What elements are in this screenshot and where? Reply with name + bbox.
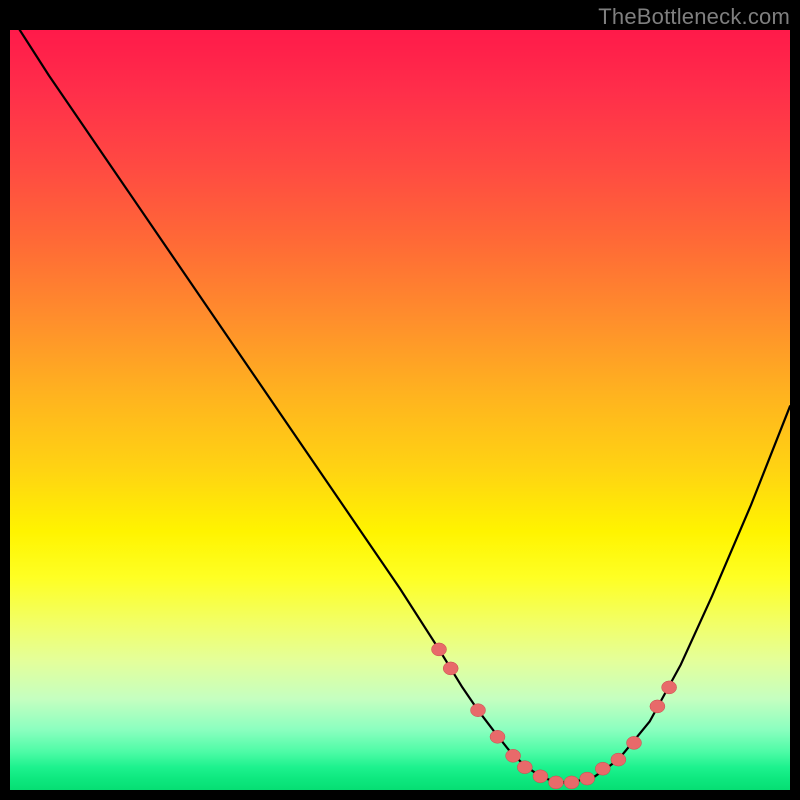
curve-marker bbox=[432, 643, 447, 656]
plot-area bbox=[10, 30, 790, 790]
curve-marker bbox=[595, 762, 610, 775]
curve-marker bbox=[471, 704, 486, 717]
curve-path bbox=[10, 30, 790, 782]
curve-marker bbox=[564, 776, 579, 789]
curve-marker bbox=[490, 730, 505, 743]
chart-frame: TheBottleneck.com bbox=[0, 0, 800, 800]
curve-marker bbox=[533, 770, 548, 783]
curve-marker bbox=[549, 776, 564, 789]
curve-markers bbox=[432, 643, 677, 789]
curve-marker bbox=[650, 700, 665, 713]
curve-marker bbox=[517, 761, 532, 774]
chart-svg bbox=[10, 30, 790, 790]
curve-marker bbox=[611, 753, 626, 766]
curve-marker bbox=[662, 681, 677, 694]
curve-marker bbox=[627, 736, 642, 749]
watermark-text: TheBottleneck.com bbox=[598, 4, 790, 30]
curve-marker bbox=[580, 772, 595, 785]
bottleneck-curve bbox=[10, 30, 790, 782]
curve-marker bbox=[506, 749, 521, 762]
curve-marker bbox=[443, 662, 458, 675]
